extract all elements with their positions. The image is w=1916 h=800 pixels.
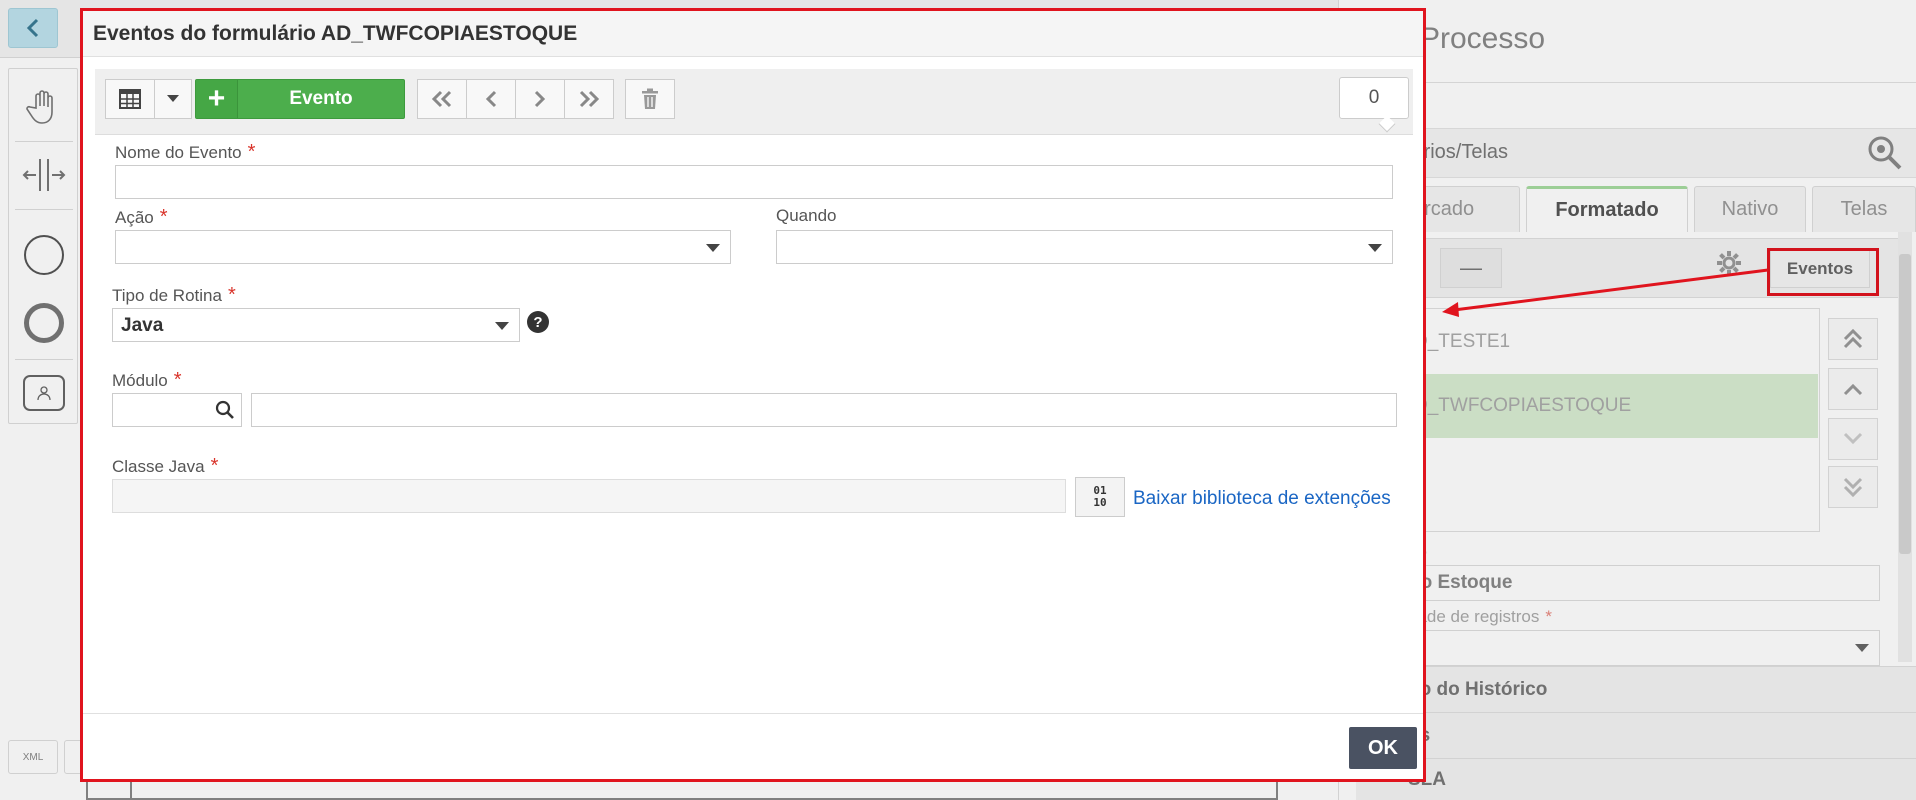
module-code-input[interactable] [112, 393, 242, 427]
grid-view-dropdown[interactable] [154, 79, 192, 119]
event-name-label-text: Nome do Evento [115, 143, 242, 162]
add-event-button[interactable]: + Evento [195, 79, 405, 119]
caret-down-icon [706, 244, 720, 252]
action-label: Ação * [115, 206, 168, 229]
ok-button[interactable]: OK [1349, 727, 1417, 769]
next-record-button[interactable] [515, 79, 565, 119]
first-record-button[interactable] [417, 79, 467, 119]
when-label: Quando [776, 206, 837, 226]
help-icon[interactable]: ? [527, 311, 549, 333]
events-dialog: Eventos do formulário AD_TWFCOPIAESTOQUE… [80, 8, 1426, 782]
routine-type-value: Java [121, 315, 164, 336]
action-label-text: Ação [115, 208, 154, 227]
chevron-left-icon [485, 90, 497, 108]
dialog-footer [83, 713, 1423, 779]
when-label-text: Quando [776, 206, 837, 225]
action-select[interactable] [115, 230, 731, 264]
caret-down-icon [1368, 244, 1382, 252]
plus-icon: + [196, 80, 238, 118]
previous-record-button[interactable] [466, 79, 516, 119]
record-count: 0 [1339, 77, 1409, 119]
event-name-label: Nome do Evento * [115, 141, 255, 164]
module-label-text: Módulo [112, 371, 168, 390]
table-icon [119, 89, 141, 109]
help-icon-symbol: ? [533, 313, 543, 331]
routine-type-select[interactable]: Java [112, 308, 520, 342]
module-label: Módulo * [112, 369, 182, 392]
caret-down-icon [495, 322, 509, 330]
routine-type-label: Tipo de Rotina * [112, 284, 236, 307]
binary-icon[interactable]: 01 10 [1075, 477, 1125, 517]
double-chevron-left-icon [431, 90, 452, 108]
java-class-label-text: Classe Java [112, 457, 205, 476]
record-count-value: 0 [1368, 87, 1380, 108]
download-library-link[interactable]: Baixar biblioteca de extenções [1133, 488, 1391, 510]
caret-down-icon [167, 95, 179, 102]
trash-icon [642, 88, 658, 109]
required-mark: * [159, 206, 168, 228]
chevron-right-icon [534, 90, 546, 108]
ok-label: OK [1368, 736, 1398, 759]
event-name-input[interactable] [115, 165, 1393, 199]
dialog-title: Eventos do formulário AD_TWFCOPIAESTOQUE [93, 22, 578, 45]
java-class-input[interactable] [112, 479, 1066, 513]
module-description-input[interactable] [251, 393, 1397, 427]
when-select[interactable] [776, 230, 1393, 264]
required-mark: * [227, 284, 236, 306]
dialog-toolbar: + Evento 0 [95, 69, 1413, 135]
required-mark: * [247, 141, 256, 163]
required-mark: * [210, 455, 219, 477]
last-record-button[interactable] [564, 79, 614, 119]
dialog-header: Eventos do formulário AD_TWFCOPIAESTOQUE [83, 11, 1423, 57]
add-event-label: Evento [289, 88, 353, 109]
grid-view-button[interactable] [105, 79, 155, 119]
search-icon[interactable] [215, 400, 235, 425]
double-chevron-right-icon [579, 90, 600, 108]
routine-type-label-text: Tipo de Rotina [112, 286, 222, 305]
required-mark: * [173, 369, 182, 391]
delete-button[interactable] [625, 79, 675, 119]
java-class-label: Classe Java * [112, 455, 218, 478]
